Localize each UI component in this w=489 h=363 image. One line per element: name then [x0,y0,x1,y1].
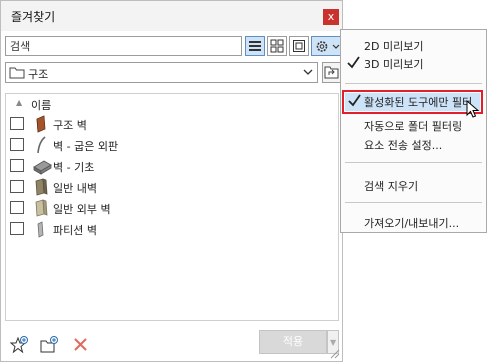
partition-wall-icon [37,221,44,238]
folder-up-icon [324,66,339,79]
list-item[interactable]: 일반 내벽 [6,177,338,197]
close-button[interactable]: x [323,9,339,25]
preview-checkbox[interactable] [10,159,24,172]
list-item-label: 파티션 벽 [53,224,97,237]
add-favorite-icon[interactable] [9,335,29,355]
menu-separator [345,202,482,203]
menu-item-clear-search[interactable]: 검색 지우기 [341,174,486,196]
parent-folder-button[interactable] [322,62,341,83]
bottom-toolbar: 적용 ▼ [1,323,342,361]
menu-item-import-export[interactable]: 가져오기/내보내기... [341,211,486,233]
menu-separator [345,162,482,163]
menu-item-label: 요소 전송 설정... [364,139,443,152]
large-preview-button[interactable] [289,36,309,56]
list-item-label: 벽 - 기초 [53,161,95,174]
menu-item-label: 검색 지우기 [364,180,419,193]
panel-title: 즐겨찾기 [11,10,56,24]
list-item-label: 일반 내벽 [53,182,97,195]
column-header[interactable]: ▲ 이름 [6,94,338,112]
list-item[interactable]: 파티션 벽 [6,219,338,239]
grid-view-button[interactable] [267,36,287,56]
delete-icon[interactable] [71,335,91,355]
favorites-panel: 즐겨찾기 x 구조 [0,0,343,362]
preview-checkbox[interactable] [10,222,24,235]
settings-button[interactable] [311,36,341,56]
list-item-label: 벽 - 굽은 외판 [53,140,119,153]
list-item[interactable]: 구조 벽 [6,114,338,134]
list-item[interactable]: 일반 외부 벽 [6,198,338,218]
menu-item-filter-active-tool[interactable]: 활성화된 도구에만 필터 [342,90,483,114]
folder-select[interactable]: 구조 [5,62,318,83]
curved-wall-icon [37,136,46,154]
menu-item-label: 활성화된 도구에만 필터 [364,96,473,109]
menu-separator [345,83,482,84]
list-item-label: 일반 외부 벽 [53,203,111,216]
large-preview-icon [293,40,305,52]
favorites-list: ▲ 이름 구조 벽 벽 - 굽은 외판 벽 - 기초 일반 내벽 일반 외부 벽… [5,93,339,321]
grid-view-icon [270,39,284,53]
check-icon [347,56,360,69]
list-view-button[interactable] [245,36,265,56]
menu-item-label: 3D 미리보기 [364,58,424,71]
preview-checkbox[interactable] [10,138,24,151]
list-item[interactable]: 벽 - 굽은 외판 [6,135,338,155]
menu-item-3d-preview[interactable]: 3D 미리보기 [341,52,486,74]
settings-dropdown-menu: 2D 미리보기 3D 미리보기 활성화된 도구에만 필터 자동으로 폴더 필터링… [340,29,487,233]
foundation-wall-icon [33,160,52,175]
brick-wall-icon [36,115,46,133]
interior-wall-icon [35,178,48,196]
resize-grip-icon[interactable] [330,349,340,359]
menu-item-label: 자동으로 폴더 필터링 [364,120,463,133]
search-input[interactable] [5,36,242,56]
list-item-label: 구조 벽 [53,119,87,132]
menu-item-transfer-settings[interactable]: 요소 전송 설정... [341,133,486,155]
folder-select-value: 구조 [28,68,49,81]
sort-ascending-icon: ▲ [16,98,23,107]
list-item[interactable]: 벽 - 기초 [6,156,338,176]
exterior-wall-icon [35,199,48,217]
preview-checkbox[interactable] [10,117,24,130]
check-icon [348,94,361,107]
menu-item-label: 가져오기/내보내기... [364,217,460,230]
chevron-down-icon [332,44,340,49]
mouse-cursor-icon [466,100,480,118]
panel-titlebar[interactable]: 즐겨찾기 x [1,1,342,31]
folder-icon [9,67,25,79]
gear-icon [316,41,340,52]
preview-checkbox[interactable] [10,180,24,193]
column-header-name: 이름 [31,99,52,112]
chevron-down-icon [303,69,313,75]
apply-button[interactable]: 적용 [259,330,327,354]
add-folder-icon[interactable] [39,335,59,355]
preview-checkbox[interactable] [10,201,24,214]
chevron-down-icon: ▼ [330,338,337,347]
list-view-icon [249,41,261,51]
